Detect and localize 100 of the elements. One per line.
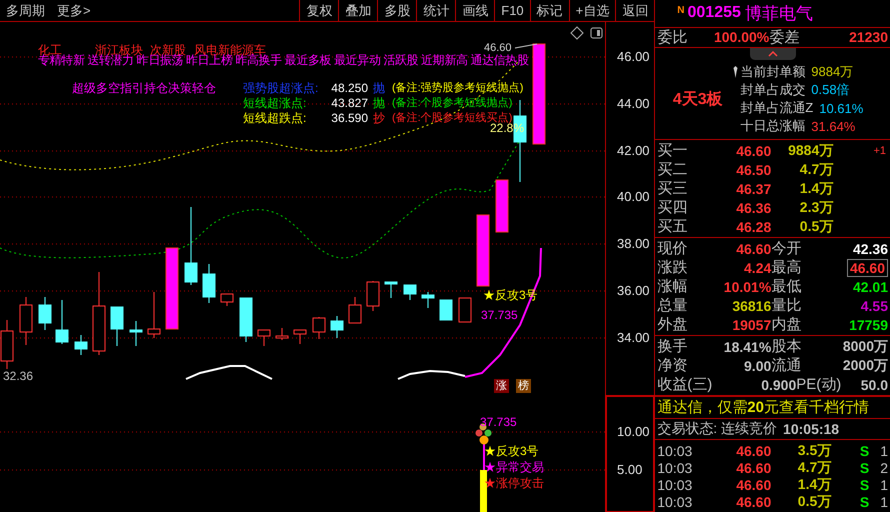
field-value: 0.900 — [760, 376, 796, 393]
candlestick — [20, 296, 32, 346]
field-label: 股本 — [771, 337, 802, 356]
field-label: 涨幅 — [657, 277, 688, 296]
signal-marker: ★异常交易 — [484, 460, 544, 474]
bid-price: 46.37 — [735, 180, 772, 197]
tick-volume: 3.5万 — [796, 442, 832, 460]
field-value: 36816 — [731, 298, 772, 314]
bid-volume: 0.5万 — [798, 218, 834, 236]
collapse-button[interactable] — [750, 48, 796, 60]
bid-volume: 9884万 — [787, 142, 834, 160]
axis-label: 10.00 — [617, 425, 650, 439]
field-value: 18.41% — [722, 338, 772, 355]
toolbar-link[interactable]: 多周期 — [0, 2, 51, 20]
promo-banner[interactable]: 通达信，仅需20元查看千档行情 — [655, 396, 890, 418]
tick-count: 1 — [879, 442, 888, 458]
field-label: 最低 — [771, 277, 802, 296]
field-label: 外盘 — [657, 315, 688, 334]
field-label: 总量 — [657, 296, 688, 316]
field-value: 19057 — [731, 316, 772, 333]
field-value: 42.01 — [852, 278, 888, 295]
leader-line — [514, 44, 538, 48]
pin-icon — [733, 66, 738, 78]
field-label: 封单占流通Z — [740, 99, 814, 118]
field-value: 46.60 — [735, 240, 772, 257]
field-label: 换手 — [657, 337, 688, 356]
field-label: 委比 — [657, 28, 688, 47]
field-value: 100.00% — [712, 29, 770, 46]
bid-label: 买一 — [657, 141, 688, 160]
candlestick — [348, 296, 362, 324]
tick-volume: 4.7万 — [796, 458, 832, 476]
badge: 涨 — [494, 379, 509, 393]
bid-price: 46.60 — [735, 142, 772, 159]
field-value: 4.24 — [743, 260, 772, 276]
candlestick — [404, 284, 416, 300]
candlestick — [384, 282, 398, 298]
candlestick — [202, 264, 216, 304]
signal-note: (备注:个股参考短线抛点) — [392, 96, 512, 110]
tick-side: S — [858, 494, 870, 510]
signal-price: 37.735 — [481, 308, 518, 322]
axis-label: 42.00 — [617, 144, 650, 158]
tick-count: 1 — [879, 476, 888, 492]
field-value: 21230 — [848, 29, 888, 46]
field-value: 10.61% — [819, 100, 864, 116]
low-price-label: 32.36 — [3, 369, 34, 383]
tick-price: 46.60 — [735, 442, 772, 458]
panel-toggle-icon[interactable] — [590, 28, 602, 38]
bid-label: 买四 — [657, 198, 688, 218]
field-label: 委差 — [769, 28, 800, 47]
board-streak: 4天3板 — [672, 90, 724, 110]
field-value: 9884万 — [811, 63, 854, 82]
stock-code: 001255 — [688, 4, 741, 22]
candlestick — [148, 292, 160, 338]
field-value: 9.00 — [743, 358, 772, 374]
tick-side: S — [858, 442, 870, 458]
axis-label: 38.00 — [617, 237, 650, 251]
tick-count: 2 — [879, 460, 888, 476]
candlestick — [422, 292, 434, 308]
bid-volume: 4.7万 — [798, 160, 834, 179]
stock-name: 博菲电气 — [744, 2, 813, 25]
candlestick — [74, 334, 88, 356]
toolbar-link[interactable]: 更多> — [51, 2, 97, 20]
diamond-icon[interactable] — [570, 26, 584, 40]
indicator-title: 超级多空指引持仓决策轻仓 — [72, 81, 216, 95]
field-value: 10.01% — [722, 278, 772, 295]
field-label: 今开 — [771, 239, 802, 258]
caret-up-icon — [768, 50, 778, 58]
bid-label: 买二 — [657, 160, 688, 180]
field-label: 十日总涨幅 — [740, 117, 806, 136]
badge: 榜 — [516, 379, 531, 393]
field-label: 最高 — [771, 258, 802, 278]
signal-marker: ★反攻3号 — [484, 444, 539, 458]
volume-bar — [480, 470, 487, 512]
candlestick — [312, 316, 326, 340]
signal-action: 抛 — [373, 81, 385, 95]
tick-side: S — [858, 476, 870, 492]
candlestick — [130, 320, 142, 346]
signal-note: (备注:个股参考短线买点) — [392, 111, 512, 124]
tick-volume: 0.5万 — [796, 492, 832, 510]
oscillator-curve — [398, 370, 466, 380]
field-label: 收益(三) — [657, 375, 712, 394]
field-label: 量比 — [771, 296, 802, 316]
tick-time: 10:03 — [657, 460, 694, 476]
field-value: 4.55 — [860, 298, 888, 314]
signal-value: 36.590 — [330, 111, 368, 125]
trading-status: 交易状态: 连续竞价 — [657, 420, 778, 438]
new-stock-label: N — [677, 5, 684, 16]
field-value: 42.36 — [852, 240, 888, 257]
axis-label: 34.00 — [617, 331, 650, 345]
candlestick — [496, 180, 508, 232]
field-label: 内盘 — [771, 315, 802, 334]
tick-time: 10:03 — [657, 494, 694, 510]
tick-side: S — [858, 460, 870, 476]
signal-value: 48.250 — [330, 81, 368, 95]
candlestick — [110, 306, 124, 346]
bid-label: 买五 — [657, 217, 688, 236]
bid-volume: 1.4万 — [798, 180, 834, 198]
axis-label: 36.00 — [617, 284, 650, 298]
field-label: 当前封单额 — [740, 63, 806, 82]
signal-label: 短线超涨点: — [243, 96, 306, 110]
